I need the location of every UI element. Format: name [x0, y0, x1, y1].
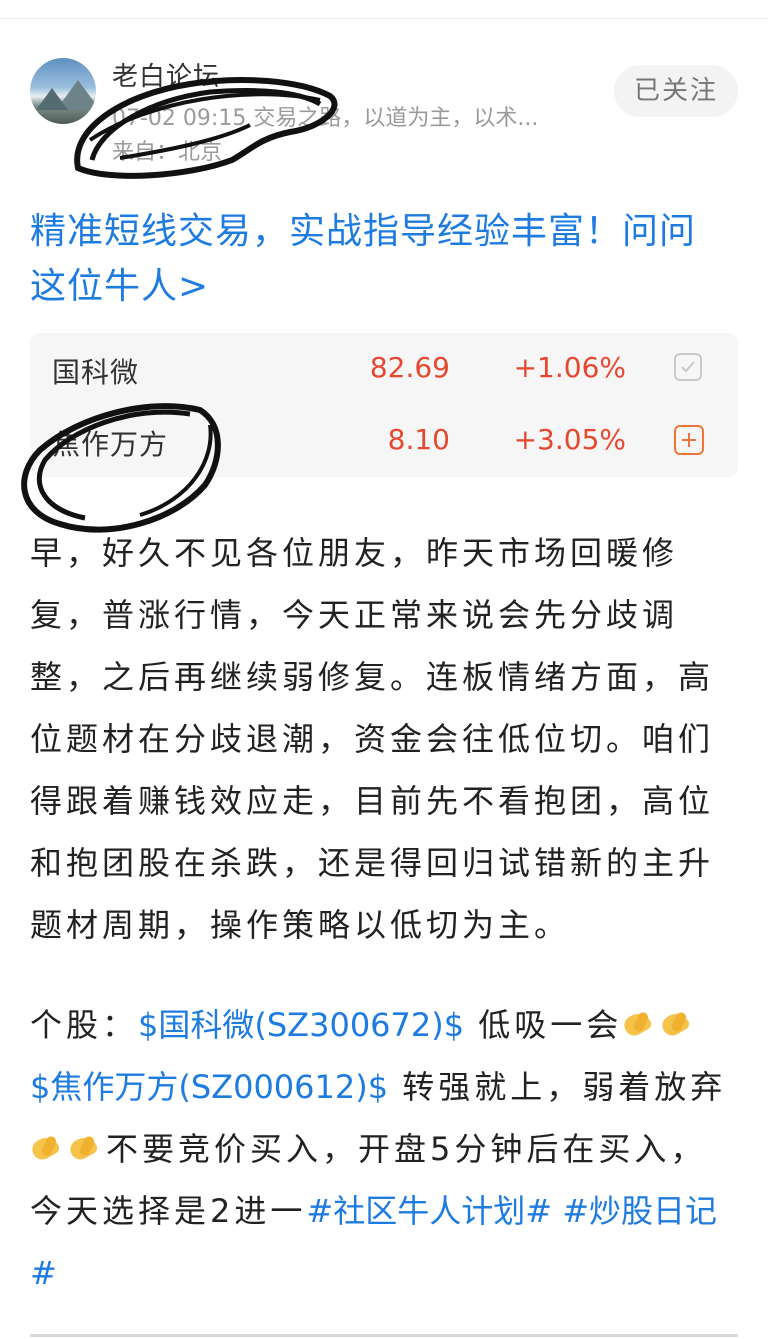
stock-tag-link[interactable]: $焦作万方(SZ000612)$ — [30, 1068, 388, 1106]
avatar[interactable] — [30, 58, 96, 124]
post-meta: 07-02 09:15 交易之路，以道为主，以术... — [112, 100, 602, 132]
bottom-divider — [30, 1334, 738, 1337]
top-divider — [0, 18, 768, 19]
clap-emoji-icon — [30, 1134, 62, 1162]
checkbox-icon[interactable] — [674, 353, 702, 381]
post-body-stocks: 个股：$国科微(SZ300672)$ 低吸一会$焦作万方(SZ000612)$ … — [30, 994, 740, 1304]
plus-icon[interactable] — [674, 425, 704, 455]
stock-card: 国科微 82.69 +1.06% 焦作万方 8.10 +3.05% — [30, 333, 738, 477]
stock-row[interactable]: 国科微 82.69 +1.06% — [30, 333, 738, 405]
user-intro: 交易之路，以道为主，以术... — [253, 106, 539, 131]
promo-link[interactable]: 精准短线交易，实战指导经验丰富！问问这位牛人> — [30, 204, 730, 314]
clap-emoji-icon — [68, 1134, 100, 1162]
stock-price: 8.10 — [387, 423, 450, 456]
stock-change: +1.06% — [513, 351, 626, 384]
post-time: 07-02 09:15 — [112, 106, 247, 131]
follow-button[interactable]: 已关注 — [614, 65, 738, 117]
text-segment: 转强就上，弱着放弃 — [388, 1068, 727, 1106]
post-location: 来自：北京 — [112, 140, 223, 165]
stock-name: 国科微 — [52, 356, 140, 389]
stock-tag-link[interactable]: $国科微(SZ300672)$ — [138, 1006, 464, 1044]
clap-emoji-icon — [622, 1010, 654, 1038]
stock-row[interactable]: 焦作万方 8.10 +3.05% — [30, 405, 738, 477]
stocks-prefix: 个股： — [30, 1006, 139, 1044]
text-segment: 低吸一会 — [464, 1006, 623, 1044]
stock-price: 82.69 — [369, 351, 450, 384]
username[interactable]: 老白论坛 — [112, 56, 220, 93]
stock-name: 焦作万方 — [52, 428, 169, 461]
stock-change: +3.05% — [513, 423, 626, 456]
post-body-paragraph: 早，好久不见各位朋友，昨天市场回暖修复，普涨行情，今天正常来说会先分歧调整，之后… — [30, 534, 715, 944]
clap-emoji-icon — [660, 1010, 692, 1038]
topic-link[interactable]: #社区牛人计划# — [306, 1192, 552, 1230]
